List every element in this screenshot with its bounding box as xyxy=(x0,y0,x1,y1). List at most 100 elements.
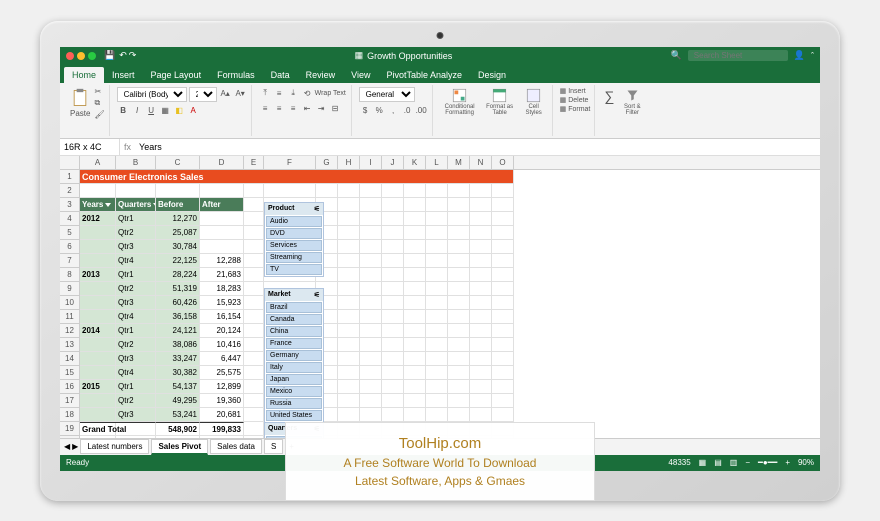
slicer-item[interactable]: France xyxy=(266,338,322,349)
cell[interactable]: Qtr3 xyxy=(116,296,156,310)
cell[interactable] xyxy=(200,212,244,226)
cell[interactable]: Qtr3 xyxy=(116,352,156,366)
cell[interactable] xyxy=(338,184,360,198)
cell[interactable] xyxy=(404,268,426,282)
cell[interactable]: 6,447 xyxy=(200,352,244,366)
cell[interactable]: Qtr2 xyxy=(116,226,156,240)
cell[interactable] xyxy=(448,184,470,198)
row-header[interactable]: 19 xyxy=(60,422,79,436)
cell[interactable]: 20,124 xyxy=(200,324,244,338)
select-all-corner[interactable] xyxy=(60,156,80,170)
cell[interactable]: 20,681 xyxy=(200,408,244,422)
cell[interactable] xyxy=(80,394,116,408)
col-header[interactable]: N xyxy=(470,156,492,169)
cell[interactable] xyxy=(470,282,492,296)
cell[interactable] xyxy=(448,226,470,240)
filter-icon[interactable]: ⚟ xyxy=(314,205,320,213)
row-header[interactable]: 14 xyxy=(60,352,79,366)
slicer-item[interactable]: Germany xyxy=(266,350,322,361)
cell[interactable] xyxy=(338,296,360,310)
cell[interactable] xyxy=(116,184,156,198)
row-header[interactable]: 12 xyxy=(60,324,79,338)
cell[interactable] xyxy=(382,240,404,254)
cell[interactable] xyxy=(426,296,448,310)
col-header[interactable]: G xyxy=(316,156,338,169)
cell[interactable] xyxy=(382,352,404,366)
row-header[interactable]: 11 xyxy=(60,310,79,324)
cell[interactable] xyxy=(448,380,470,394)
cell[interactable] xyxy=(470,268,492,282)
cell[interactable] xyxy=(492,254,514,268)
zoom-slider[interactable]: ━●━━ xyxy=(758,458,777,467)
cell[interactable] xyxy=(382,184,404,198)
sheet-tab[interactable]: Latest numbers xyxy=(80,439,149,454)
align-middle-icon[interactable]: ≡ xyxy=(273,87,286,100)
cell[interactable] xyxy=(360,240,382,254)
cell[interactable] xyxy=(244,324,264,338)
cell[interactable] xyxy=(80,408,116,422)
cell[interactable]: 548,902 xyxy=(156,422,200,436)
paste-button[interactable]: Paste xyxy=(68,87,92,119)
italic-button[interactable]: I xyxy=(131,104,144,117)
cell[interactable] xyxy=(470,338,492,352)
cell[interactable] xyxy=(360,408,382,422)
cell[interactable] xyxy=(244,436,264,438)
cell[interactable] xyxy=(426,226,448,240)
cell[interactable]: Before xyxy=(156,198,200,212)
cell[interactable] xyxy=(244,380,264,394)
cell[interactable] xyxy=(338,380,360,394)
cell[interactable] xyxy=(80,240,116,254)
cell[interactable]: 12,270 xyxy=(156,212,200,226)
cell[interactable] xyxy=(404,296,426,310)
search-icon[interactable]: 🔍 xyxy=(671,50,682,61)
cell[interactable]: Years xyxy=(80,198,116,212)
fill-color-button[interactable]: ◧ xyxy=(173,104,186,117)
cell[interactable] xyxy=(80,226,116,240)
cell[interactable] xyxy=(116,436,156,438)
cell[interactable]: 38,086 xyxy=(156,338,200,352)
cell[interactable] xyxy=(200,184,244,198)
cell[interactable] xyxy=(492,226,514,240)
cell[interactable] xyxy=(448,254,470,268)
align-left-icon[interactable]: ≡ xyxy=(259,102,272,115)
slicer-product[interactable]: Product⚟AudioDVDServicesStreamingTV xyxy=(264,202,324,277)
tab-view[interactable]: View xyxy=(343,67,378,83)
cell[interactable]: Consumer Electronics Sales xyxy=(80,170,514,184)
cell[interactable] xyxy=(470,296,492,310)
cell[interactable] xyxy=(200,226,244,240)
cell[interactable]: 33,247 xyxy=(156,352,200,366)
slicer-item[interactable]: Mexico xyxy=(266,386,322,397)
format-as-table-button[interactable]: Format as Table xyxy=(482,87,518,117)
cell[interactable] xyxy=(244,240,264,254)
zoom-level[interactable]: 90% xyxy=(798,458,814,467)
cell[interactable] xyxy=(492,408,514,422)
cell[interactable] xyxy=(244,296,264,310)
cell[interactable]: Qtr4 xyxy=(116,310,156,324)
cell[interactable] xyxy=(80,282,116,296)
cell[interactable]: 2015 xyxy=(80,380,116,394)
cell[interactable]: 25,087 xyxy=(156,226,200,240)
row-header[interactable]: 8 xyxy=(60,268,79,282)
currency-icon[interactable]: $ xyxy=(359,104,372,117)
cell[interactable]: 30,382 xyxy=(156,366,200,380)
cell[interactable] xyxy=(492,240,514,254)
sheet-nav-icon[interactable]: ◀ xyxy=(64,442,70,451)
maximize-button[interactable] xyxy=(88,52,96,60)
slicer-market[interactable]: Market⚟BrazilCanadaChinaFranceGermanyIta… xyxy=(264,288,324,423)
cell[interactable]: 15,923 xyxy=(200,296,244,310)
col-header[interactable]: C xyxy=(156,156,200,169)
decrease-font-icon[interactable]: A▾ xyxy=(234,87,247,100)
cell[interactable] xyxy=(426,338,448,352)
cell[interactable] xyxy=(244,310,264,324)
col-header[interactable]: J xyxy=(382,156,404,169)
slicer-item[interactable]: China xyxy=(266,326,322,337)
underline-button[interactable]: U xyxy=(145,104,158,117)
row-header[interactable]: 1 xyxy=(60,170,79,184)
row-headers[interactable]: 123456789101112131415161718192021222324 xyxy=(60,170,80,438)
cell[interactable]: 30,784 xyxy=(156,240,200,254)
cell[interactable] xyxy=(448,366,470,380)
row-header[interactable]: 15 xyxy=(60,366,79,380)
cell[interactable] xyxy=(492,380,514,394)
cell[interactable] xyxy=(360,212,382,226)
cell[interactable] xyxy=(80,254,116,268)
